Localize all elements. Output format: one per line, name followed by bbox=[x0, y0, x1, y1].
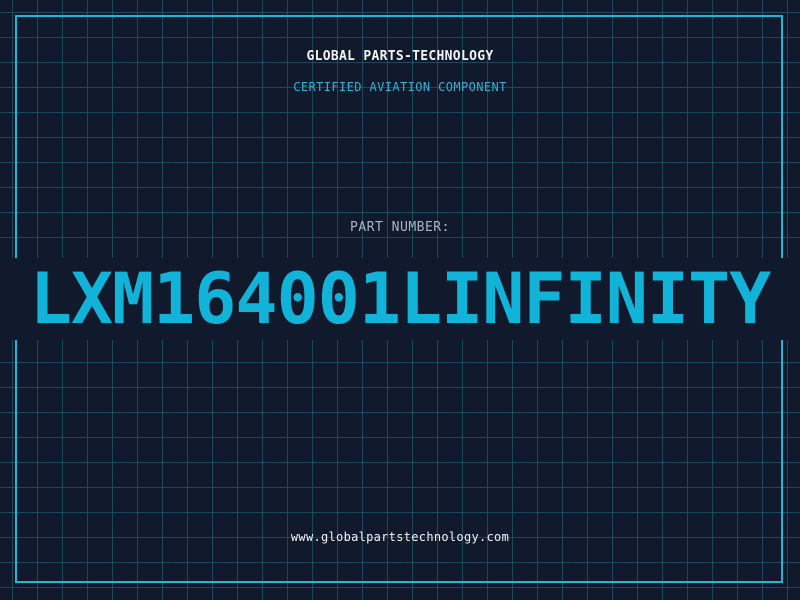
company-name: GLOBAL PARTS-TECHNOLOGY bbox=[306, 49, 494, 64]
part-number-value: LXM164001LINFINITY bbox=[29, 258, 772, 340]
certification-text: CERTIFIED AVIATION COMPONENT bbox=[293, 80, 507, 94]
website-url: www.globalpartstechnology.com bbox=[290, 530, 510, 544]
label-canvas: GLOBAL PARTS-TECHNOLOGY CERTIFIED AVIATI… bbox=[0, 0, 800, 600]
part-number-label: PART NUMBER: bbox=[350, 220, 450, 235]
